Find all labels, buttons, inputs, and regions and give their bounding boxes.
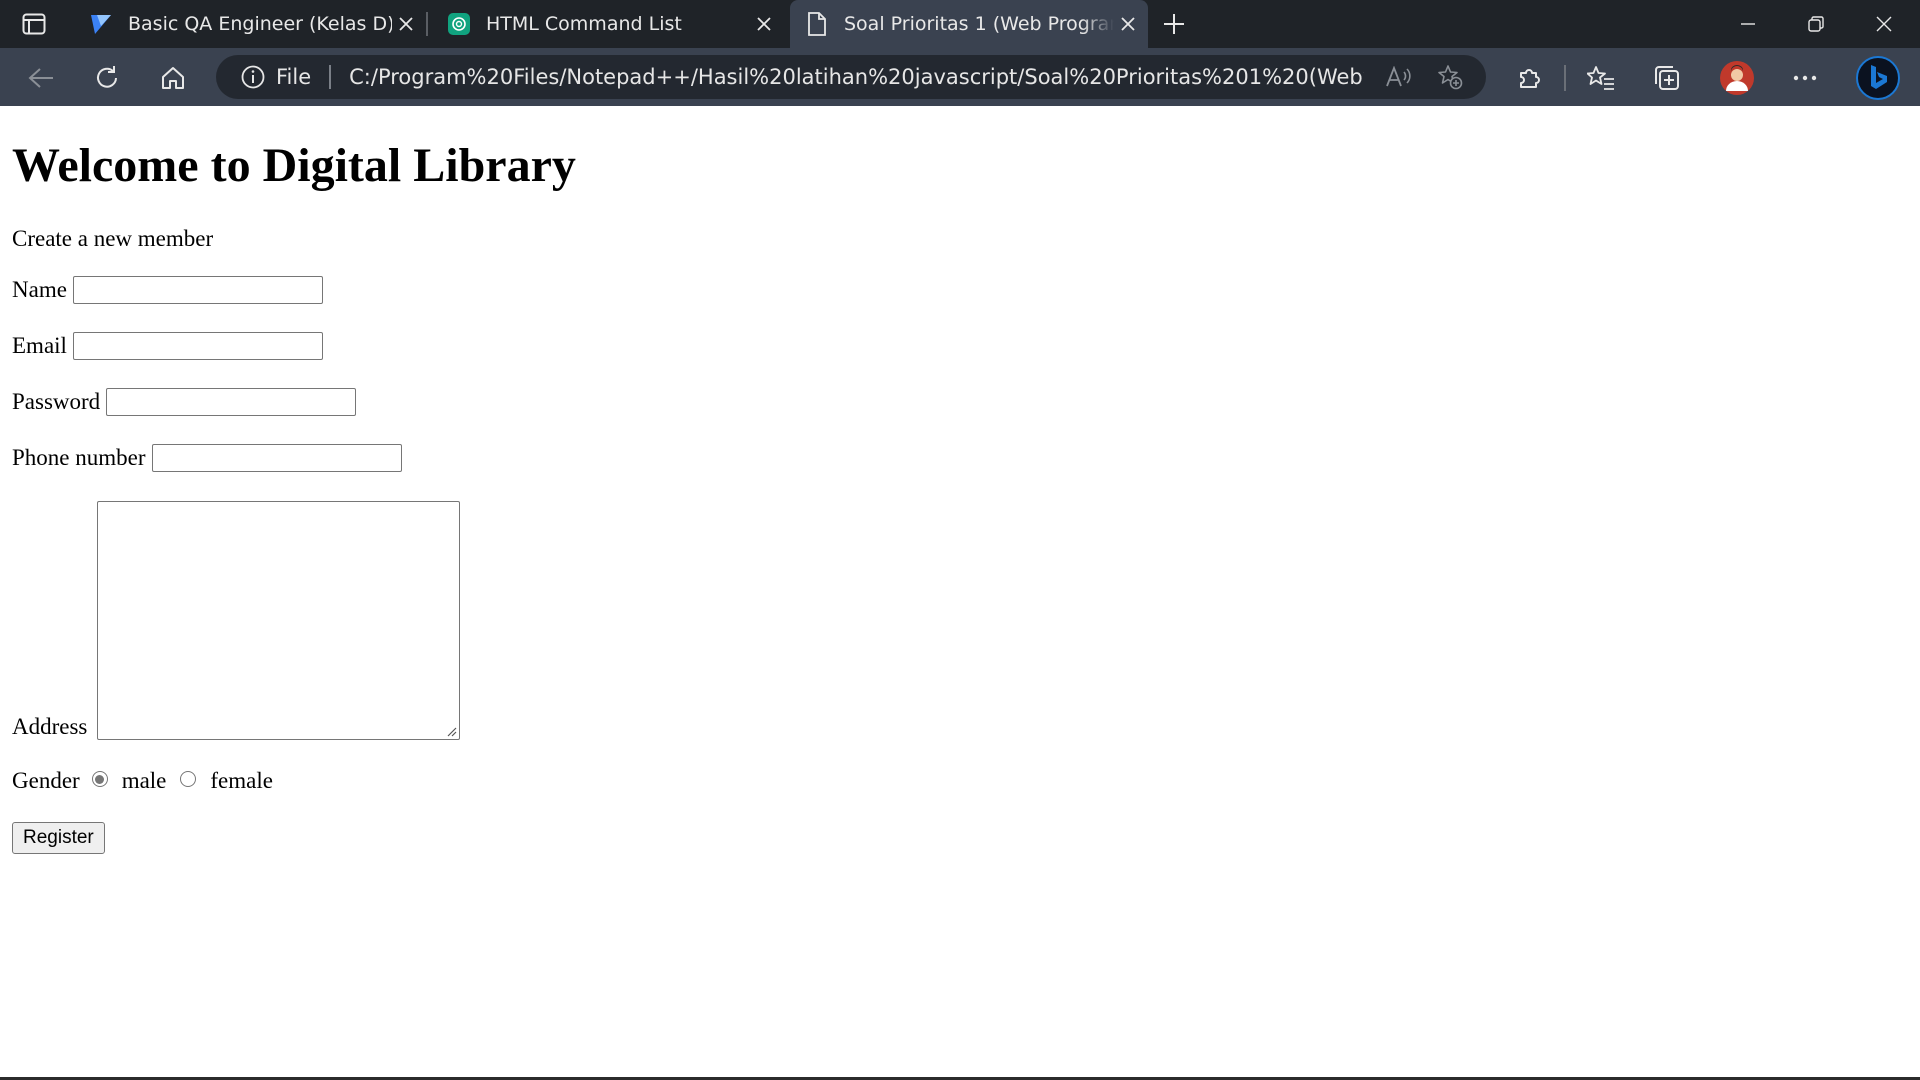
address-label: Address [12,714,88,739]
avatar[interactable] [1720,61,1754,95]
phone-field[interactable] [151,444,402,472]
address-row: Address [12,714,87,740]
url-scheme-label: File [276,65,312,89]
form-subtitle: Create a new member [12,226,214,251]
tab-html-command-list[interactable]: HTML Command List [432,0,784,48]
tab-actions-menu-icon[interactable] [18,10,50,38]
tab-basic-qa-engineer[interactable]: Basic QA Engineer (Kelas D) [74,0,428,48]
restore-icon[interactable] [1792,6,1840,42]
password-row: Password [12,388,357,416]
password-label: Password [12,389,101,414]
name-label: Name [12,277,67,302]
read-aloud-icon[interactable] [1384,63,1412,91]
tab-title: Soal Prioritas 1 (Web Programming [844,13,1114,35]
phone-row: Phone number [12,444,402,472]
add-favorite-icon[interactable] [1436,63,1464,91]
name-row: Name [12,276,323,304]
address-divider [329,65,332,89]
gender-label: Gender [12,768,80,793]
address-bar[interactable]: File C:/Program%20Files/Notepad++/Hasil%… [216,55,1486,99]
address-textarea[interactable] [97,501,460,740]
close-window-icon[interactable] [1860,6,1908,42]
close-icon[interactable] [392,10,420,38]
gender-radio-male[interactable] [91,771,108,787]
url-text[interactable]: C:/Program%20Files/Notepad++/Hasil%20lat… [349,65,1364,89]
minimize-icon[interactable] [1724,6,1772,42]
email-field[interactable] [72,332,323,360]
close-icon[interactable] [750,10,778,38]
extensions-icon[interactable] [1512,61,1546,95]
email-label: Email [12,333,67,358]
radio-selected-dot [95,774,105,784]
resize-grip-icon[interactable] [445,725,457,737]
site-info-icon[interactable] [240,64,266,90]
qa-logo-icon [88,11,114,37]
document-icon [804,11,830,37]
password-field[interactable] [106,388,357,416]
more-options-icon[interactable] [1788,61,1822,95]
gender-radio-female[interactable] [180,771,197,787]
gender-row: Gender male female [12,768,273,794]
page-title: Welcome to Digital Library [12,139,576,192]
refresh-icon[interactable] [90,61,124,95]
tab-title: Basic QA Engineer (Kelas D) [128,13,392,35]
gender-option-male-label: male [121,768,167,793]
page-content: Welcome to Digital Library Create a new … [12,106,1902,1076]
tab-separator [426,12,428,36]
favorites-icon[interactable] [1584,61,1618,95]
chatgpt-icon [446,11,472,37]
phone-label: Phone number [12,445,146,470]
gender-option-female-label: female [210,768,273,793]
email-row: Email [12,332,323,360]
new-tab-icon[interactable] [1158,8,1190,40]
tab-strip: Basic QA Engineer (Kelas D) HTML Command… [0,0,1920,48]
home-icon[interactable] [156,61,190,95]
close-icon[interactable] [1114,10,1142,38]
bing-copilot-icon[interactable] [1856,56,1900,100]
back-icon[interactable] [24,61,58,95]
toolbar-separator [1564,65,1566,91]
collections-icon[interactable] [1650,61,1684,95]
tab-title: HTML Command List [486,13,682,35]
name-field[interactable] [72,276,323,304]
tab-soal-prioritas[interactable]: Soal Prioritas 1 (Web Programming [790,0,1148,48]
register-button[interactable]: Register [12,822,105,854]
